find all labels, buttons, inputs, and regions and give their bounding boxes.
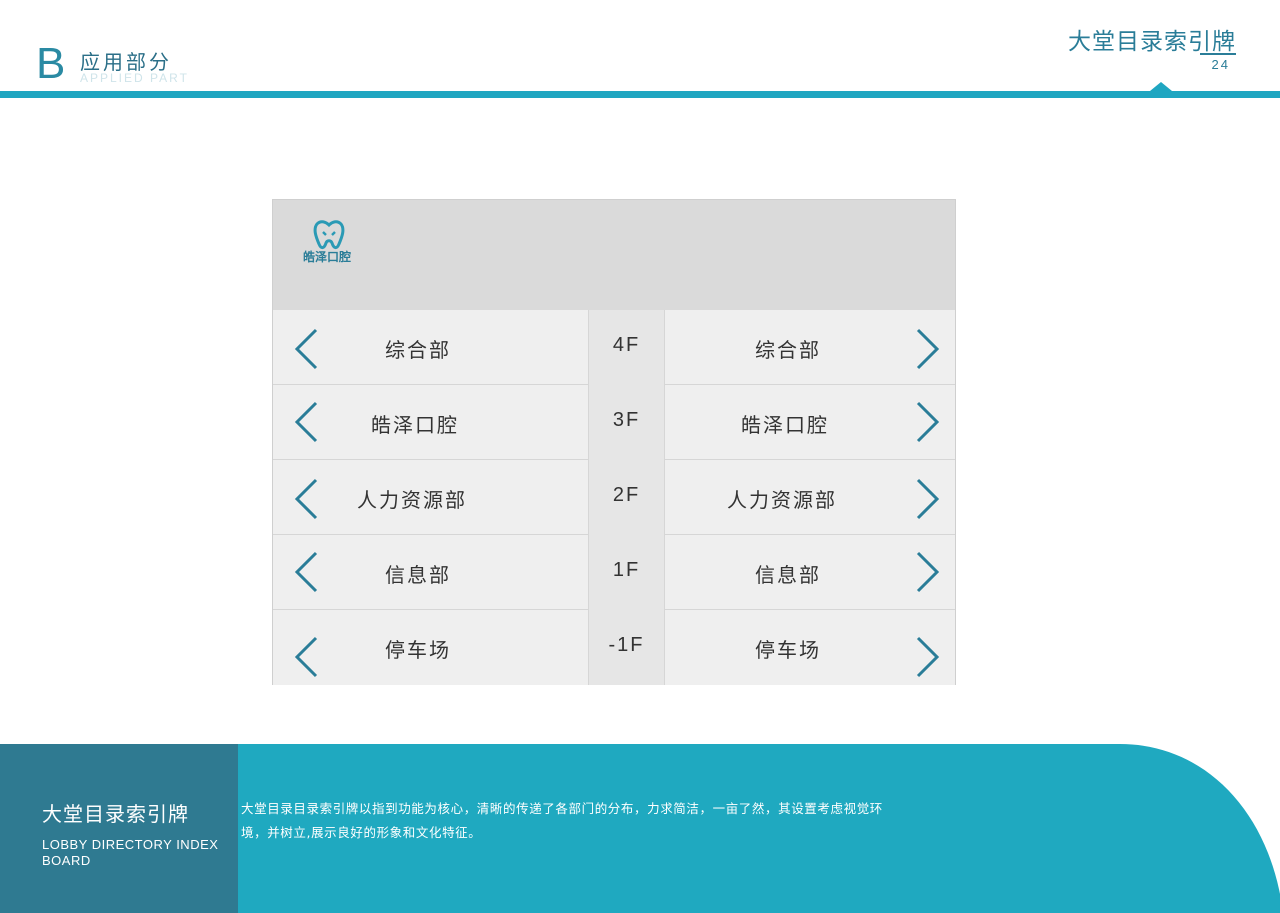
logo-text: 皓泽口腔 xyxy=(303,250,352,264)
page-title: 大堂目录索引牌 xyxy=(1068,29,1236,55)
arrow-left-icon xyxy=(294,328,318,370)
floor-label: -1F xyxy=(608,634,645,656)
left-department-label: 综合部 xyxy=(385,338,451,362)
floor-label: 2F xyxy=(612,484,641,506)
right-department-label: 信息部 xyxy=(755,563,821,587)
right-cell: 皓泽口腔 xyxy=(664,385,955,460)
title-underline xyxy=(1200,53,1236,55)
right-cell: 综合部 xyxy=(664,310,955,385)
arrow-left-icon xyxy=(294,401,318,443)
footer-title-en: LOBBY DIRECTORY INDEX BOARD xyxy=(42,837,219,868)
left-department-label: 皓泽口腔 xyxy=(371,413,459,437)
directory-row: 信息部 1F 信息部 xyxy=(273,535,955,610)
footer-description: 大堂目录目录索引牌以指到功能为核心，清晰的传递了各部门的分布，力求简洁，一亩了然… xyxy=(241,801,883,840)
right-cell: 人力资源部 xyxy=(664,460,955,535)
arrow-right-icon xyxy=(916,401,940,443)
tooth-icon xyxy=(313,220,345,250)
arrow-right-icon xyxy=(916,328,940,370)
directory-row: 皓泽口腔 3F 皓泽口腔 xyxy=(273,385,955,460)
section-letter: B xyxy=(36,39,66,88)
right-department-label: 停车场 xyxy=(755,638,821,662)
arrow-right-icon xyxy=(916,478,940,520)
header-pointer xyxy=(1150,82,1172,91)
footer-title-cn: 大堂目录索引牌 xyxy=(42,802,189,826)
right-cell: 信息部 xyxy=(664,535,955,610)
floor-label: 1F xyxy=(612,559,641,581)
arrow-right-icon xyxy=(916,636,940,678)
directory-row: 人力资源部 2F 人力资源部 xyxy=(273,460,955,535)
arrow-left-icon xyxy=(294,478,318,520)
arrow-left-icon xyxy=(294,636,318,678)
footer-title-panel xyxy=(0,744,238,913)
directory-row: 停车场 -1F 停车场 xyxy=(273,610,955,685)
left-cell: 皓泽口腔 xyxy=(273,385,589,460)
section-title-en: APPLIED PART xyxy=(80,71,189,85)
directory-board: 皓泽口腔 综合部 4F 综合部 皓泽口腔 3F 皓泽口腔 人力资源部 2F 人力… xyxy=(272,199,956,685)
page-number: 24 xyxy=(1211,57,1230,72)
left-cell: 综合部 xyxy=(273,310,589,385)
left-cell: 人力资源部 xyxy=(273,460,589,535)
left-cell: 停车场 xyxy=(273,610,589,685)
left-department-label: 信息部 xyxy=(385,563,451,587)
right-department-label: 综合部 xyxy=(755,338,821,362)
floor-label: 4F xyxy=(612,334,641,356)
right-department-label: 皓泽口腔 xyxy=(741,413,829,437)
arrow-left-icon xyxy=(294,551,318,593)
right-cell: 停车场 xyxy=(664,610,955,685)
header-band xyxy=(0,91,1280,98)
directory-row: 综合部 4F 综合部 xyxy=(273,310,955,385)
right-department-label: 人力资源部 xyxy=(727,488,837,512)
left-department-label: 停车场 xyxy=(385,638,451,662)
board-header: 皓泽口腔 xyxy=(273,200,955,310)
left-cell: 信息部 xyxy=(273,535,589,610)
arrow-right-icon xyxy=(916,551,940,593)
left-department-label: 人力资源部 xyxy=(357,488,467,512)
floor-label: 3F xyxy=(612,409,641,431)
